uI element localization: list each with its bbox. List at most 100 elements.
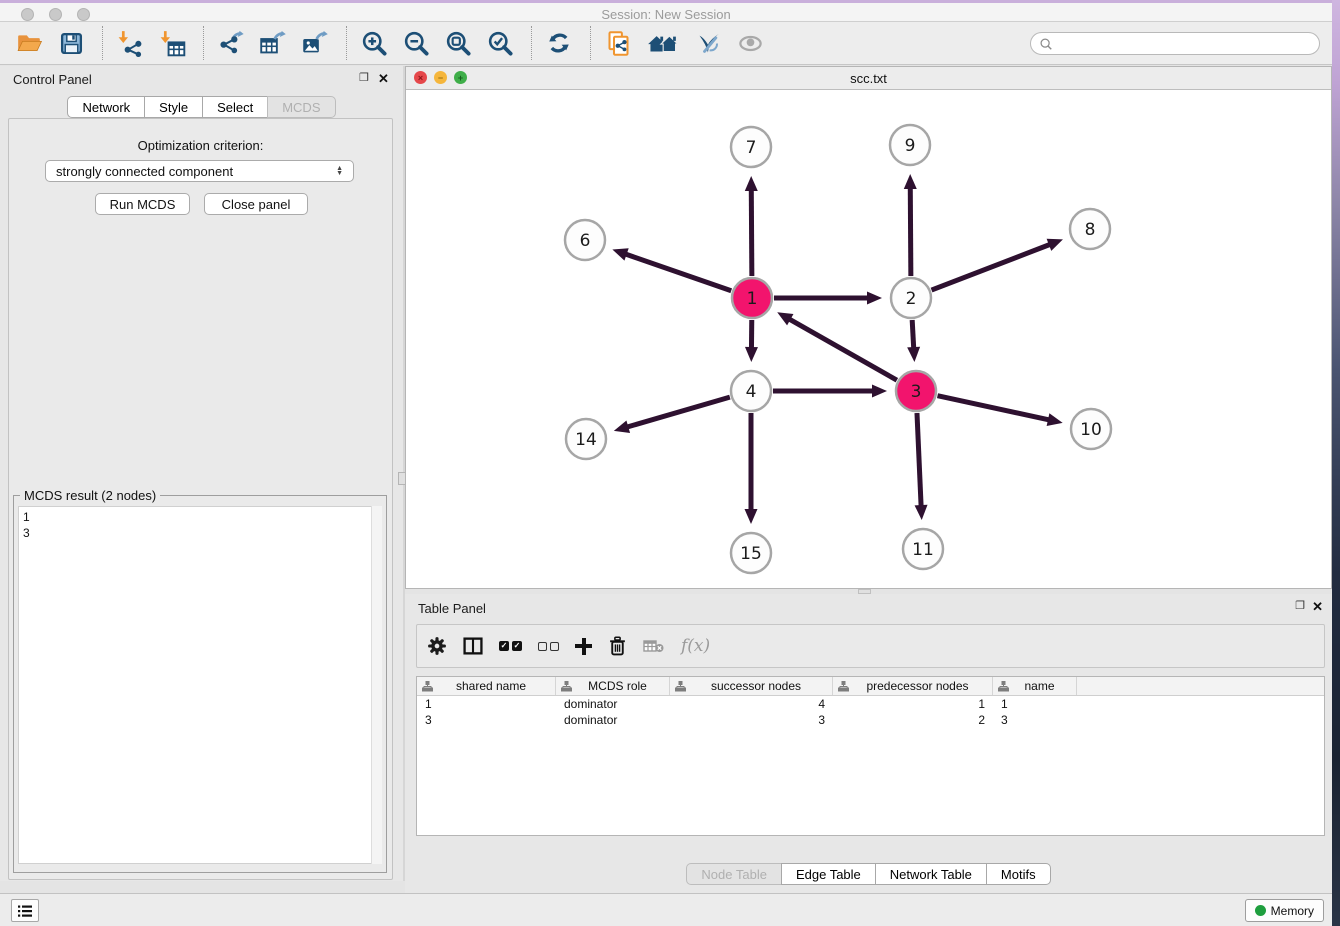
hide-graphics-details-icon[interactable] xyxy=(693,28,723,58)
search-icon xyxy=(1039,37,1053,51)
table-cell: 3 xyxy=(993,712,1077,728)
edge-1-7[interactable] xyxy=(751,189,752,276)
edge-2-3[interactable] xyxy=(912,320,914,349)
memory-status-icon xyxy=(1255,905,1266,916)
close-panel-icon[interactable]: ✕ xyxy=(378,72,389,85)
table-row[interactable]: 3dominator323 xyxy=(417,712,1324,728)
toolbar-separator xyxy=(203,26,204,60)
apply-layout-icon[interactable] xyxy=(544,28,574,58)
desktop-edge-right xyxy=(1332,0,1340,926)
tab-select[interactable]: Select xyxy=(202,96,268,118)
task-history-button[interactable] xyxy=(11,899,39,922)
column-header-shared-name[interactable]: shared name xyxy=(417,677,556,695)
toolbar-separator xyxy=(346,26,347,60)
save-session-icon[interactable] xyxy=(56,28,86,58)
table-cell: 3 xyxy=(417,712,556,728)
edge-arrowhead xyxy=(1047,239,1063,251)
table-cell: 1 xyxy=(417,696,556,712)
table-cell: 1 xyxy=(993,696,1077,712)
home-icon[interactable] xyxy=(645,28,681,58)
edge-1-6[interactable] xyxy=(625,254,732,291)
split-panel-icon[interactable] xyxy=(463,634,483,658)
zoom-fit-icon[interactable] xyxy=(443,28,473,58)
dropdown-value: strongly connected component xyxy=(56,164,233,179)
app-title: Session: New Session xyxy=(0,7,1332,22)
network-window-title: scc.txt xyxy=(406,71,1331,86)
import-network-icon[interactable] xyxy=(115,28,145,58)
node-label-15: 15 xyxy=(740,544,762,564)
tab-mcds[interactable]: MCDS xyxy=(267,96,335,118)
run-mcds-button[interactable]: Run MCDS xyxy=(95,193,190,215)
open-session-icon[interactable] xyxy=(14,28,44,58)
close-panel-icon[interactable]: ✕ xyxy=(1312,600,1323,613)
zoom-out-icon[interactable] xyxy=(401,28,431,58)
node-label-1: 1 xyxy=(747,289,758,309)
edge-4-14[interactable] xyxy=(626,397,730,427)
search-input[interactable] xyxy=(1053,35,1319,53)
import-table-icon[interactable] xyxy=(157,28,187,58)
delete-icon[interactable] xyxy=(608,634,627,658)
edge-3-11[interactable] xyxy=(917,413,921,507)
edge-2-9[interactable] xyxy=(910,187,911,276)
gear-icon[interactable] xyxy=(427,634,447,658)
tab-node-table[interactable]: Node Table xyxy=(686,863,782,885)
column-header-successor-nodes[interactable]: successor nodes xyxy=(670,677,833,695)
optimization-criterion-dropdown[interactable]: strongly connected component ▲▼ xyxy=(45,160,354,182)
function-builder-icon: f(x) xyxy=(681,634,710,658)
column-type-icon xyxy=(998,681,1009,692)
zoom-selected-icon[interactable] xyxy=(485,28,515,58)
search-box[interactable] xyxy=(1030,32,1320,55)
table-cell: dominator xyxy=(556,712,670,728)
column-header-predecessor-nodes[interactable]: predecessor nodes xyxy=(833,677,993,695)
checked-box-icon: ✓ xyxy=(499,641,509,651)
tab-network-table[interactable]: Network Table xyxy=(875,863,987,885)
add-column-icon[interactable] xyxy=(575,634,592,658)
mcds-result-scrollbar[interactable] xyxy=(371,506,382,864)
table-rows: 1dominator4113dominator323 xyxy=(417,696,1324,728)
column-header-name[interactable]: name xyxy=(993,677,1077,695)
table-cell: 3 xyxy=(670,712,833,728)
edge-arrowhead xyxy=(872,385,887,398)
edge-2-8[interactable] xyxy=(932,244,1051,290)
tab-network[interactable]: Network xyxy=(67,96,145,118)
float-panel-icon[interactable]: ❐ xyxy=(1295,601,1305,612)
column-type-icon xyxy=(561,681,572,692)
unchecked-box-icon xyxy=(538,642,547,651)
optimization-criterion-label: Optimization criterion: xyxy=(9,138,392,153)
node-table: shared nameMCDS rolesuccessor nodesprede… xyxy=(416,676,1325,836)
export-image-icon[interactable] xyxy=(300,28,330,58)
control-panel: Control Panel ❐ ✕ NetworkStyleSelectMCDS… xyxy=(0,66,403,881)
edge-arrowhead xyxy=(915,505,928,520)
node-label-11: 11 xyxy=(912,540,934,560)
export-network-icon[interactable] xyxy=(216,28,246,58)
export-table-icon[interactable] xyxy=(258,28,288,58)
float-panel-icon[interactable]: ❐ xyxy=(359,73,369,84)
close-panel-button[interactable]: Close panel xyxy=(204,193,308,215)
edge-3-1[interactable] xyxy=(789,319,897,380)
tab-motifs[interactable]: Motifs xyxy=(986,863,1051,885)
table-cell: 2 xyxy=(833,712,993,728)
control-panel-titlebar: Control Panel ❐ ✕ xyxy=(0,66,403,92)
column-header-mcds-role[interactable]: MCDS role xyxy=(556,677,670,695)
column-type-icon xyxy=(838,681,849,692)
table-row[interactable]: 1dominator411 xyxy=(417,696,1324,712)
select-all-icon[interactable]: ✓ ✓ xyxy=(499,634,522,658)
copy-network-view-icon[interactable] xyxy=(603,28,633,58)
zoom-in-icon[interactable] xyxy=(359,28,389,58)
node-label-9: 9 xyxy=(905,136,916,156)
edge-arrowhead xyxy=(904,174,917,189)
network-graph[interactable]: 7968124314101511 xyxy=(406,90,1331,588)
table-cell: dominator xyxy=(556,696,670,712)
memory-label: Memory xyxy=(1271,904,1314,918)
edge-3-10[interactable] xyxy=(937,396,1049,420)
edge-arrowhead xyxy=(745,347,758,362)
network-window-titlebar: × − + scc.txt xyxy=(406,67,1331,90)
tab-edge-table[interactable]: Edge Table xyxy=(781,863,876,885)
mcds-result-text[interactable]: 1 3 xyxy=(18,506,382,864)
memory-button[interactable]: Memory xyxy=(1245,899,1324,922)
network-canvas[interactable]: 7968124314101511 xyxy=(406,90,1331,588)
deselect-all-icon[interactable] xyxy=(538,634,559,658)
node-label-7: 7 xyxy=(746,138,757,158)
dropdown-arrows-icon: ▲▼ xyxy=(336,166,343,176)
tab-style[interactable]: Style xyxy=(144,96,203,118)
